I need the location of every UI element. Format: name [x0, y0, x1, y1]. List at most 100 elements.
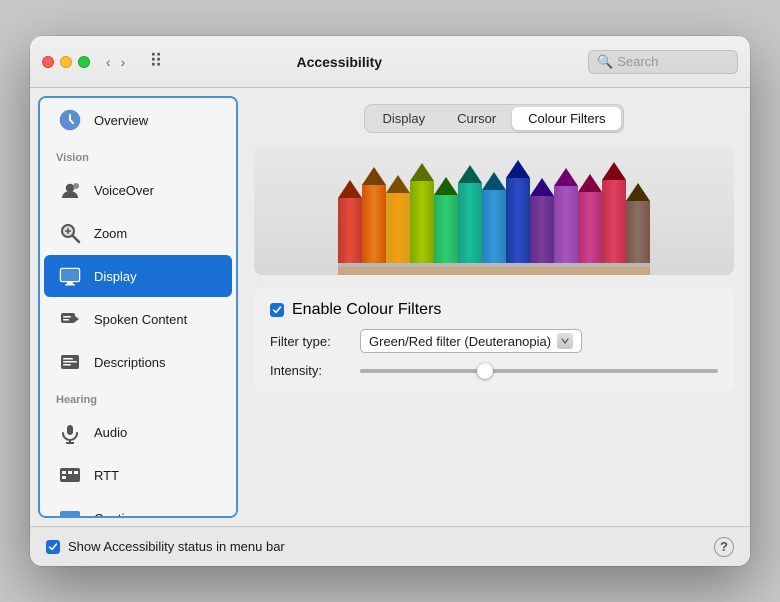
- window-title: Accessibility: [99, 54, 580, 70]
- tab-display[interactable]: Display: [367, 107, 442, 130]
- sidebar-item-overview[interactable]: Overview: [44, 99, 232, 141]
- sidebar-item-voiceover[interactable]: VoiceOver: [44, 169, 232, 211]
- intensity-row: Intensity:: [270, 363, 718, 378]
- sidebar: Overview Vision VoiceOver: [38, 96, 238, 518]
- pencil-body: [482, 190, 506, 263]
- intensity-label: Intensity:: [270, 363, 350, 378]
- main-panel: Display Cursor Colour Filters: [238, 88, 750, 526]
- sidebar-item-captions[interactable]: Captions: [44, 497, 232, 518]
- pencil-body: [554, 186, 578, 263]
- display-icon: [56, 262, 84, 290]
- bottom-bar: Show Accessibility status in menu bar ?: [30, 526, 750, 566]
- pencil-eraser: [506, 267, 530, 275]
- pencil-eraser: [410, 267, 434, 275]
- pencil-eraser: [386, 267, 410, 275]
- pencil-tip: [386, 175, 410, 193]
- pencil-body: [506, 178, 530, 263]
- sidebar-item-display[interactable]: Display: [44, 255, 232, 297]
- tab-cursor[interactable]: Cursor: [441, 107, 512, 130]
- pencil-eraser: [362, 267, 386, 275]
- titlebar: ‹ › ⠿ Accessibility 🔍: [30, 36, 750, 88]
- pencil-eraser: [482, 267, 506, 275]
- filter-type-value: Green/Red filter (Deuteranopia): [369, 334, 551, 349]
- sidebar-item-label: Descriptions: [94, 355, 166, 370]
- sidebar-item-rtt[interactable]: RTT: [44, 454, 232, 496]
- sidebar-item-zoom[interactable]: Zoom: [44, 212, 232, 254]
- vision-header: Vision: [40, 142, 236, 168]
- sidebar-item-spoken-content[interactable]: Spoken Content: [44, 298, 232, 340]
- sidebar-item-label: Display: [94, 269, 137, 284]
- intensity-slider-thumb[interactable]: [477, 363, 493, 379]
- tabs-row: Display Cursor Colour Filters: [364, 104, 625, 133]
- close-button[interactable]: [42, 56, 54, 68]
- filter-type-row: Filter type: Green/Red filter (Deuterano…: [270, 329, 718, 353]
- pencil-tip: [434, 177, 458, 195]
- pencil-13: [626, 183, 650, 275]
- pencil-eraser: [554, 267, 578, 275]
- minimize-button[interactable]: [60, 56, 72, 68]
- pencil-eraser: [602, 267, 626, 275]
- pencil-eraser: [338, 267, 362, 275]
- status-bar-checkbox-label[interactable]: Show Accessibility status in menu bar: [46, 539, 285, 554]
- status-bar-label: Show Accessibility status in menu bar: [68, 539, 285, 554]
- pencil-body: [434, 195, 458, 263]
- filter-type-dropdown[interactable]: Green/Red filter (Deuteranopia): [360, 329, 582, 353]
- sidebar-item-label: VoiceOver: [94, 183, 154, 198]
- status-bar-checkbox[interactable]: [46, 540, 60, 554]
- sidebar-item-label: Captions: [94, 511, 145, 519]
- hearing-header: Hearing: [40, 384, 236, 410]
- pencil-tip: [602, 162, 626, 180]
- main-window: ‹ › ⠿ Accessibility 🔍 Overview: [30, 36, 750, 566]
- pencil-eraser: [578, 267, 602, 275]
- pencil-body: [410, 181, 434, 263]
- pencil-12: [602, 162, 626, 275]
- pencil-body: [578, 192, 602, 263]
- enable-checkbox-label[interactable]: Enable Colour Filters: [270, 301, 441, 319]
- captions-icon: [56, 504, 84, 518]
- pencil-body: [602, 180, 626, 263]
- descriptions-icon: [56, 348, 84, 376]
- pencil-tip: [482, 172, 506, 190]
- pencil-3: [386, 175, 410, 275]
- audio-icon: [56, 418, 84, 446]
- search-box[interactable]: 🔍: [588, 50, 738, 74]
- tab-colour-filters[interactable]: Colour Filters: [512, 107, 621, 130]
- traffic-lights: [42, 56, 90, 68]
- pencil-tip: [554, 168, 578, 186]
- pencil-tip: [530, 178, 554, 196]
- help-button[interactable]: ?: [714, 537, 734, 557]
- pencil-tip: [410, 163, 434, 181]
- pencil-2: [362, 167, 386, 275]
- pencil-5: [434, 177, 458, 275]
- pencil-eraser: [434, 267, 458, 275]
- intensity-slider-track[interactable]: [360, 369, 718, 373]
- overview-icon: [56, 106, 84, 134]
- pencil-eraser: [458, 267, 482, 275]
- sidebar-item-label: Audio: [94, 425, 127, 440]
- pencil-eraser: [626, 267, 650, 275]
- pencil-4: [410, 163, 434, 275]
- pencil-body: [386, 193, 410, 263]
- sidebar-item-descriptions[interactable]: Descriptions: [44, 341, 232, 383]
- pencil-tip: [626, 183, 650, 201]
- pencil-tip: [578, 174, 602, 192]
- dropdown-arrow-icon: [557, 333, 573, 349]
- sidebar-item-audio[interactable]: Audio: [44, 411, 232, 453]
- pencil-11: [578, 174, 602, 275]
- pencil-1: [338, 180, 362, 275]
- enable-checkbox[interactable]: [270, 303, 284, 317]
- rtt-icon: [56, 461, 84, 489]
- maximize-button[interactable]: [78, 56, 90, 68]
- pencil-tip: [362, 167, 386, 185]
- pencils-container: [330, 155, 658, 275]
- search-input[interactable]: [617, 54, 729, 69]
- intensity-slider-container: [360, 369, 718, 373]
- pencil-6: [458, 165, 482, 275]
- pencil-7: [482, 172, 506, 275]
- pencil-9: [530, 178, 554, 275]
- pencil-tip: [458, 165, 482, 183]
- pencil-tip: [338, 180, 362, 198]
- pencil-body: [338, 198, 362, 263]
- voiceover-icon: [56, 176, 84, 204]
- pencils-display: [254, 145, 734, 275]
